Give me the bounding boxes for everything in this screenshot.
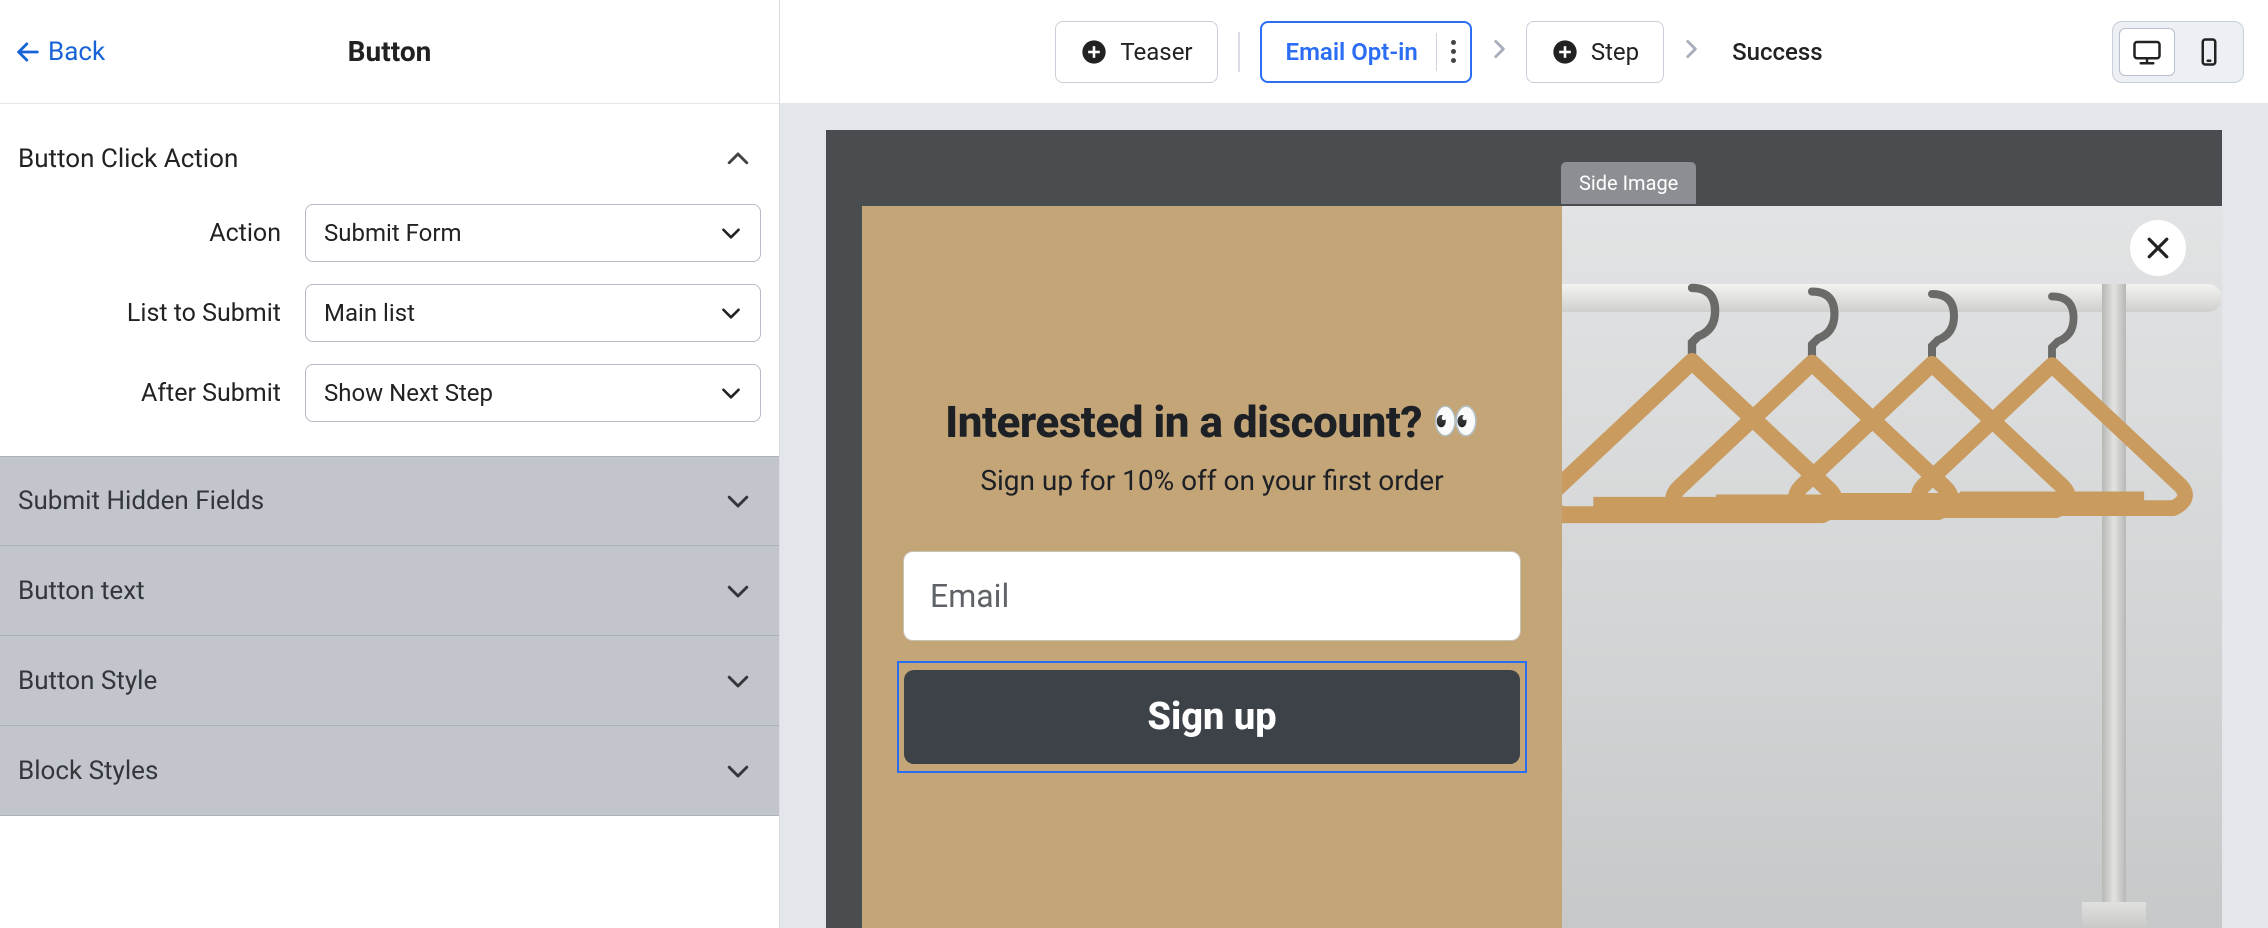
step-label: Step	[1591, 38, 1639, 66]
chevron-up-icon	[723, 144, 753, 174]
section-body-button-click-action: Action Submit Form List to Submit Main l…	[0, 204, 779, 456]
side-image-tag[interactable]: Side Image	[1561, 162, 1696, 204]
section-submit-hidden-fields[interactable]: Submit Hidden Fields	[0, 456, 779, 546]
hanger-icon	[1905, 289, 2199, 544]
headline-text: Interested in a discount?	[945, 396, 1422, 448]
field-after-submit: After Submit Show Next Step	[18, 364, 761, 422]
back-button[interactable]: Back	[10, 37, 105, 67]
action-select[interactable]: Submit Form	[305, 204, 761, 262]
top-bar: Teaser Email Opt-in Step Success	[780, 0, 2268, 104]
field-label: Action	[209, 219, 281, 248]
select-value: Submit Form	[324, 219, 462, 247]
arrow-left-icon	[14, 38, 42, 66]
step-success[interactable]: Success	[1718, 21, 1837, 83]
rack-pole-base	[2082, 902, 2146, 928]
form-steps-breadcrumb: Teaser Email Opt-in Step Success	[780, 21, 2112, 83]
popup-subhead[interactable]: Sign up for 10% off on your first order	[980, 464, 1443, 497]
field-list-to-submit: List to Submit Main list	[18, 284, 761, 342]
chevron-down-icon	[723, 666, 753, 696]
chevron-right-icon	[1678, 36, 1704, 68]
eyes-emoji: 👀	[1432, 400, 1479, 444]
close-button[interactable]	[2130, 220, 2186, 276]
settings-panel: Back Button Button Click Action Action S…	[0, 0, 780, 928]
plus-circle-icon	[1080, 38, 1108, 66]
chevron-down-icon	[723, 576, 753, 606]
after-submit-select[interactable]: Show Next Step	[305, 364, 761, 422]
section-button-text[interactable]: Button text	[0, 546, 779, 636]
chevron-right-icon	[1486, 36, 1512, 68]
section-label: Button Click Action	[18, 144, 238, 174]
breadcrumb-separator	[1238, 32, 1240, 72]
section-label: Button text	[18, 576, 145, 606]
back-label: Back	[48, 37, 105, 67]
chevron-down-icon	[718, 300, 744, 326]
popup-side-image[interactable]	[1562, 206, 2222, 928]
section-button-click-action[interactable]: Button Click Action	[0, 104, 779, 204]
popup-content: Interested in a discount? 👀 Sign up for …	[862, 206, 1562, 928]
device-toggle	[2112, 21, 2244, 83]
signup-button[interactable]: Sign up	[904, 670, 1520, 764]
popup-form: Side Image Interested in a discount? 👀 S…	[862, 206, 2222, 928]
desktop-view-button[interactable]	[2119, 28, 2175, 76]
panel-header: Back Button	[0, 0, 779, 104]
canvas-backdrop: Side Image Interested in a discount? 👀 S…	[826, 130, 2222, 928]
chevron-down-icon	[718, 380, 744, 406]
popup-headline[interactable]: Interested in a discount? 👀	[945, 396, 1479, 448]
preview-canvas: Side Image Interested in a discount? 👀 S…	[780, 104, 2268, 928]
select-value: Show Next Step	[324, 379, 493, 407]
step-teaser[interactable]: Teaser	[1055, 21, 1217, 83]
plus-circle-icon	[1551, 38, 1579, 66]
signup-button-selection: Sign up	[897, 661, 1527, 773]
section-button-style[interactable]: Button Style	[0, 636, 779, 726]
chevron-down-icon	[718, 220, 744, 246]
email-input[interactable]: Email	[903, 551, 1521, 641]
desktop-icon	[2132, 37, 2162, 67]
chevron-down-icon	[723, 756, 753, 786]
step-label: Email Opt-in	[1286, 38, 1418, 66]
mobile-view-button[interactable]	[2181, 28, 2237, 76]
mobile-icon	[2194, 37, 2224, 67]
step-step[interactable]: Step	[1526, 21, 1664, 83]
list-to-submit-select[interactable]: Main list	[305, 284, 761, 342]
more-menu-icon[interactable]	[1436, 33, 1456, 71]
field-label: After Submit	[141, 379, 281, 408]
chevron-down-icon	[723, 486, 753, 516]
select-value: Main list	[324, 299, 415, 327]
section-block-styles[interactable]: Block Styles	[0, 726, 779, 816]
close-icon	[2143, 233, 2173, 263]
step-email-optin[interactable]: Email Opt-in	[1260, 21, 1472, 83]
section-label: Block Styles	[18, 756, 158, 786]
step-label: Teaser	[1120, 38, 1192, 66]
section-label: Submit Hidden Fields	[18, 486, 264, 516]
field-label: List to Submit	[127, 299, 281, 328]
step-label: Success	[1732, 38, 1823, 66]
field-action: Action Submit Form	[18, 204, 761, 262]
panel-title: Button	[348, 35, 432, 68]
email-placeholder: Email	[930, 577, 1009, 615]
section-label: Button Style	[18, 666, 157, 696]
